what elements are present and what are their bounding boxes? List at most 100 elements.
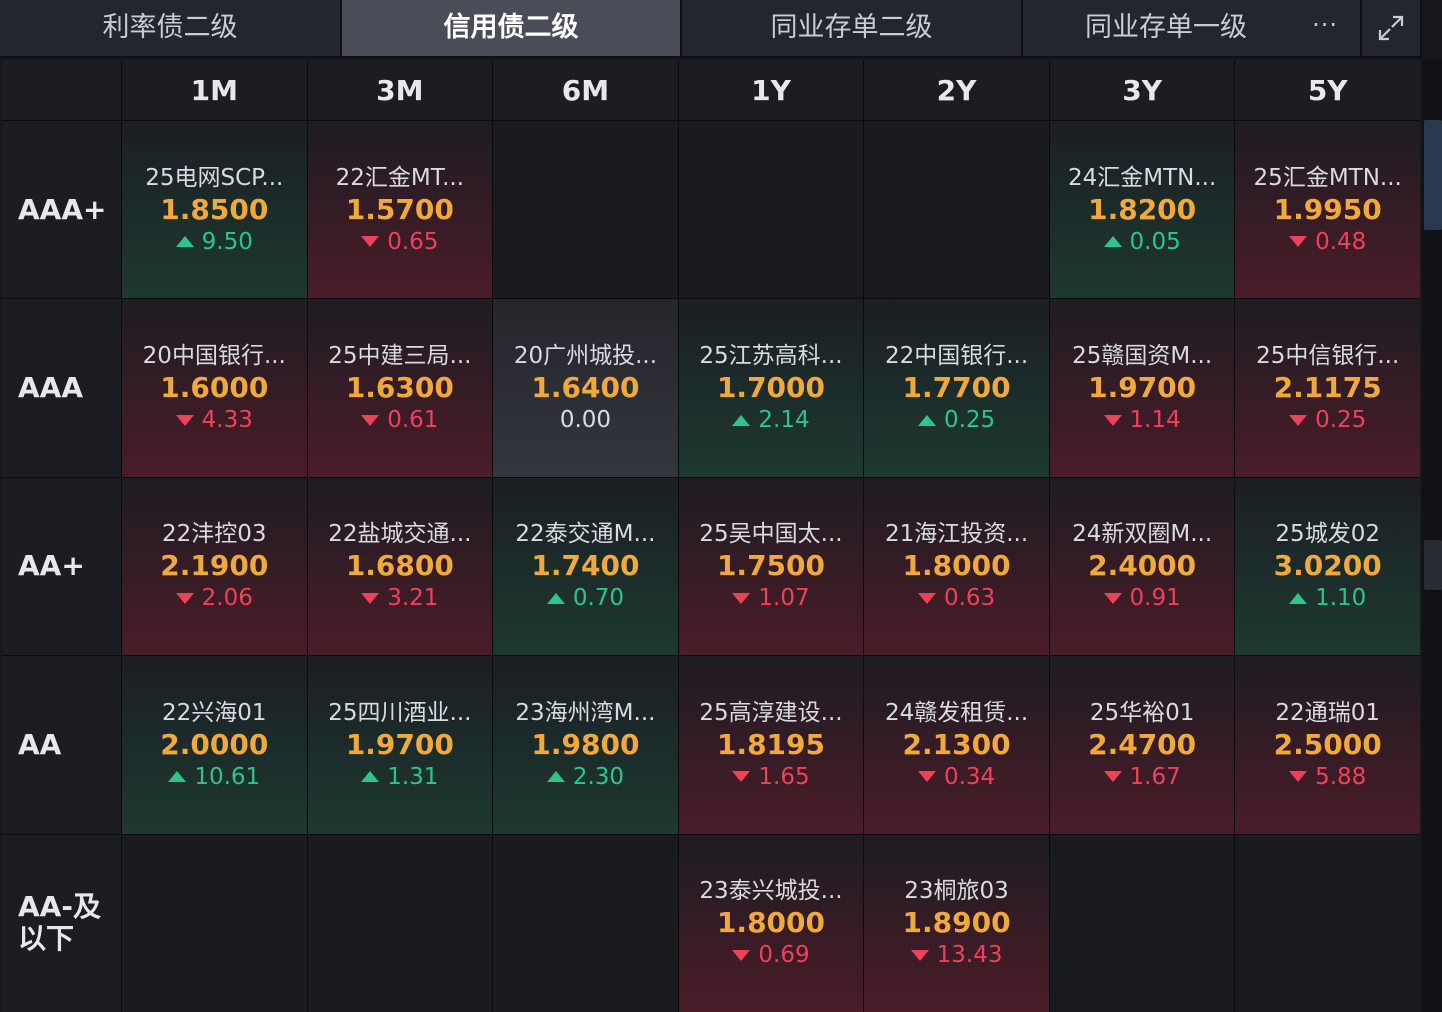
- bond-name: 25汇金MTN...: [1253, 164, 1402, 191]
- column-header-1y: 1Y: [678, 60, 864, 120]
- change-value: 0.69: [758, 942, 810, 969]
- change-value: 0.65: [387, 228, 439, 255]
- change-value: 5.88: [1315, 763, 1367, 790]
- bond-name: 25中信银行...: [1256, 343, 1400, 370]
- bond-yield: 1.8000: [902, 549, 1011, 583]
- bond-cell[interactable]: 22汇金MT... 1.5700 0.65: [307, 121, 493, 299]
- bond-change: 1.14: [1103, 405, 1181, 435]
- empty-cell: [493, 121, 678, 299]
- yield-matrix-grid: 1M 3M 6M 1Y 2Y 3Y 5Y AAA+ 25电网SCP... 1.8500 9.50 22…: [2, 60, 1420, 1012]
- tab-ncd-primary[interactable]: 同业存单一级 ···: [1023, 0, 1362, 56]
- bond-cell[interactable]: 23泰兴城投... 1.8000 0.69: [678, 834, 864, 1012]
- change-value: 3.21: [387, 585, 439, 612]
- triangle-down-icon: [361, 236, 380, 248]
- scrollbar[interactable]: [1422, 60, 1442, 1012]
- bond-yield: 1.8195: [716, 727, 826, 761]
- bond-cell[interactable]: 24汇金MTN... 1.8200 0.05: [1049, 121, 1235, 299]
- change-value: 4.33: [201, 407, 253, 434]
- bond-cell[interactable]: 24新双圈M... 2.4000 0.91: [1049, 477, 1235, 656]
- bond-cell[interactable]: 25中建三局... 1.6300 0.61: [307, 299, 493, 477]
- triangle-up-icon: [361, 771, 380, 783]
- bond-name: 24新双圈M...: [1072, 521, 1213, 548]
- tab-ncd-secondary[interactable]: 同业存单二级: [682, 0, 1023, 56]
- bond-name: 22盐城交通...: [328, 521, 472, 548]
- triangle-down-icon: [732, 949, 751, 961]
- empty-cell: [864, 121, 1049, 299]
- bond-cell[interactable]: 25四川酒业... 1.9700 1.31: [307, 656, 493, 834]
- bond-change: 10.61: [168, 762, 260, 792]
- bond-cell[interactable]: 25城发02 3.0200 1.10: [1235, 477, 1420, 656]
- scrollbar-marker: [1424, 540, 1442, 590]
- bond-name: 22汇金MT...: [335, 164, 465, 191]
- bond-cell[interactable]: 22通瑞01 2.5000 5.88: [1235, 656, 1420, 834]
- change-value: 0.34: [943, 763, 996, 790]
- bond-cell[interactable]: 22沣控03 2.1900 2.06: [122, 477, 307, 656]
- bond-name: 22泰交通M...: [515, 521, 656, 548]
- change-value: 0.70: [572, 585, 625, 612]
- bond-cell[interactable]: 25电网SCP... 1.8500 9.50: [122, 121, 307, 299]
- bond-change: 0.05: [1103, 227, 1181, 257]
- bond-yield: 2.4700: [1088, 727, 1197, 761]
- scrollbar-thumb[interactable]: [1424, 120, 1442, 230]
- change-value: 0.48: [1315, 228, 1367, 255]
- bond-yield: 1.7700: [902, 371, 1011, 405]
- bond-cell[interactable]: 25高淳建设... 1.8195 1.65: [678, 656, 864, 834]
- bond-cell[interactable]: 22中国银行... 1.7700 0.25: [864, 299, 1049, 477]
- tab-ncd-primary-label: 同业存单一级: [1085, 12, 1247, 43]
- bond-cell[interactable]: 20广州城投... 1.6400 0.00: [493, 299, 678, 477]
- rating-label-line: 以下: [18, 922, 75, 956]
- change-value: 1.10: [1315, 585, 1367, 612]
- change-value: 9.50: [201, 228, 253, 255]
- bond-change: 2.06: [175, 583, 253, 613]
- tab-credit-bond-secondary[interactable]: 信用债二级: [342, 0, 682, 56]
- bond-cell[interactable]: 25中信银行... 2.1175 0.25: [1235, 299, 1420, 477]
- triangle-up-icon: [1289, 592, 1308, 604]
- triangle-down-icon: [1289, 771, 1308, 783]
- change-value: 0.05: [1129, 228, 1181, 255]
- bond-yield: 1.9700: [1088, 371, 1197, 405]
- bond-change: 1.31: [361, 762, 438, 792]
- expand-button[interactable]: [1362, 0, 1420, 56]
- bond-change: 13.43: [910, 940, 1002, 970]
- bond-name: 25赣国资M...: [1072, 343, 1213, 370]
- bond-cell[interactable]: 25江苏高科... 1.7000 2.14: [678, 299, 864, 477]
- bond-cell[interactable]: 25华裕01 2.4700 1.67: [1049, 656, 1235, 834]
- bond-cell[interactable]: 23海州湾M... 1.9800 2.30: [493, 656, 678, 834]
- bond-cell[interactable]: 24赣发租赁... 2.1300 0.34: [864, 656, 1049, 834]
- triangle-down-icon: [1289, 236, 1308, 248]
- corner-cell: [2, 60, 121, 120]
- bond-cell[interactable]: 22兴海01 2.0000 10.61: [122, 656, 307, 834]
- triangle-down-icon: [732, 592, 751, 604]
- bond-yield: 1.8200: [1088, 192, 1197, 226]
- bond-cell[interactable]: 25吴中国太... 1.7500 1.07: [678, 477, 864, 656]
- bond-cell[interactable]: 25汇金MTN... 1.9950 0.48: [1235, 121, 1420, 299]
- bond-cell[interactable]: 22泰交通M... 1.7400 0.70: [493, 477, 678, 656]
- change-value: 0.00: [559, 407, 612, 434]
- more-icon[interactable]: ···: [1312, 0, 1338, 56]
- bond-cell[interactable]: 22盐城交通... 1.6800 3.21: [307, 477, 493, 656]
- empty-cell: [307, 834, 493, 1012]
- change-value: 2.30: [572, 763, 625, 790]
- change-value: 1.65: [758, 763, 810, 790]
- bond-cell[interactable]: 21海江投资... 1.8000 0.63: [864, 477, 1049, 656]
- change-value: 0.63: [943, 585, 996, 612]
- bond-cell[interactable]: 23桐旅03 1.8900 13.43: [864, 834, 1049, 1012]
- change-value: 0.61: [387, 407, 439, 434]
- bond-name: 25吴中国太...: [699, 521, 843, 548]
- bond-yield: 2.4000: [1088, 549, 1197, 583]
- bond-change: 4.33: [175, 405, 253, 435]
- triangle-up-icon: [546, 592, 565, 604]
- bond-change: 0.65: [361, 227, 438, 257]
- empty-cell: [678, 121, 864, 299]
- bond-yield: 2.5000: [1273, 727, 1382, 761]
- column-header-1m: 1M: [122, 60, 307, 120]
- empty-cell: [493, 834, 678, 1012]
- tab-rate-bond-secondary[interactable]: 利率债二级: [0, 0, 342, 56]
- bond-cell[interactable]: 25赣国资M... 1.9700 1.14: [1049, 299, 1235, 477]
- bond-cell[interactable]: 20中国银行... 1.6000 4.33: [122, 299, 307, 477]
- triangle-up-icon: [175, 236, 194, 248]
- bond-yield: 2.1300: [902, 727, 1011, 761]
- triangle-down-icon: [361, 414, 380, 426]
- bond-name: 25华裕01: [1089, 699, 1195, 726]
- triangle-down-icon: [917, 592, 936, 604]
